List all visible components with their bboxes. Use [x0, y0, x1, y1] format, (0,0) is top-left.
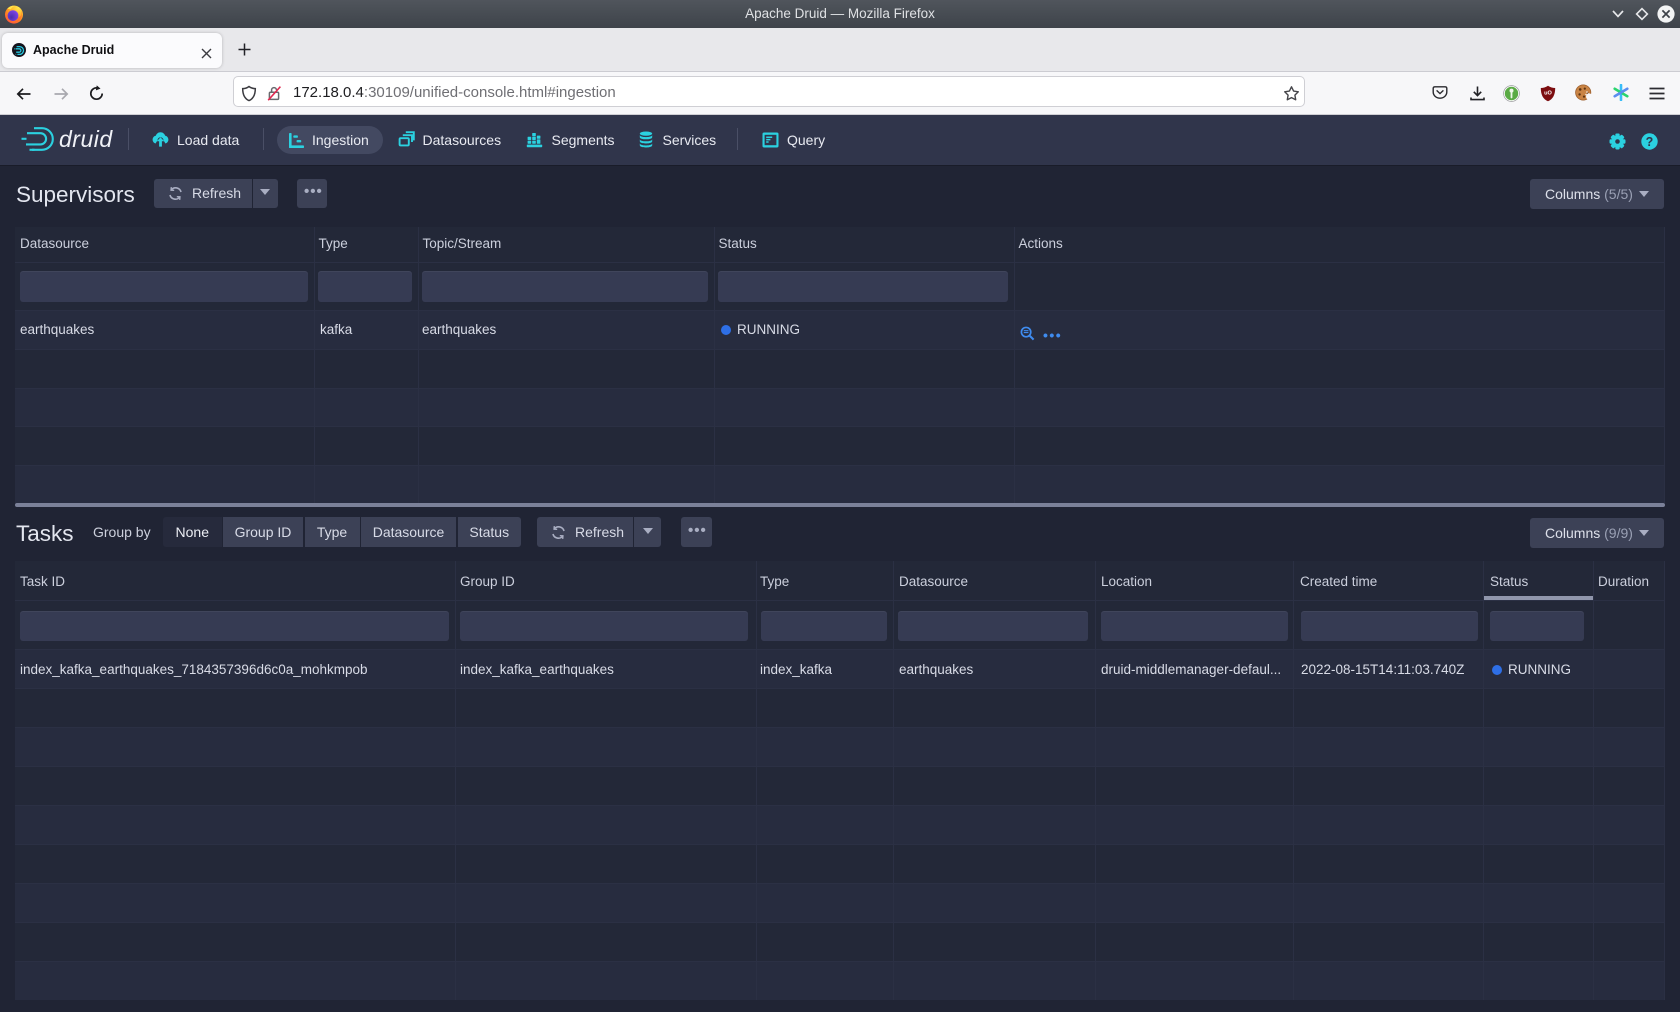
svg-text:?: ? — [1646, 135, 1654, 149]
svg-text:uO: uO — [1544, 90, 1552, 96]
